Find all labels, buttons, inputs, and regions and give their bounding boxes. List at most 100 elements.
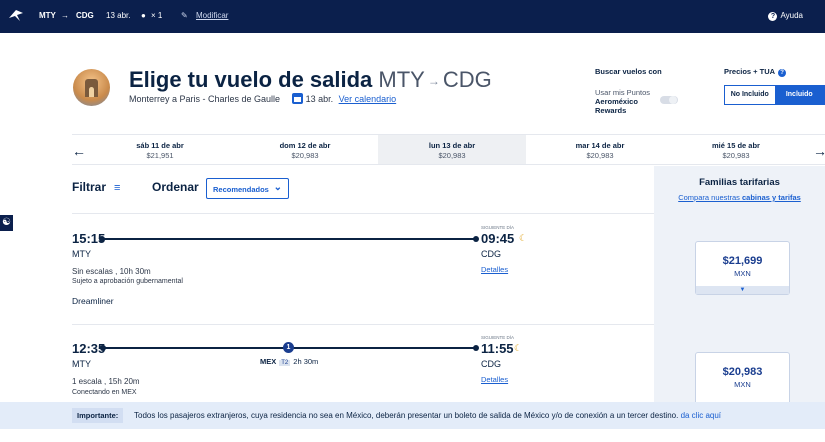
route-description: Monterrey a Paris - Charles de Gaulle [129,94,281,104]
arrival-dot [473,345,479,351]
date-label: mar 14 de abr [575,141,625,150]
stops-duration: Sin escalas , 10h 30m [72,267,151,276]
filter-button[interactable]: Filtrar [72,180,106,194]
chevron-down-icon: ⌄ [273,182,282,193]
date-price: $20,983 [291,151,319,160]
order-select[interactable]: Recomendados ⌄ [206,178,289,199]
flight-note: Conectando en MEX [72,389,137,396]
person-icon: ● [141,11,146,20]
notice-label: Importante: [72,408,124,423]
flight-line [104,238,474,240]
date-price: $20,983 [722,151,750,160]
top-bar: MTY → CDG 13 abr. ● × 1 ✎ Modificar ? Ayu… [0,0,825,33]
date-option[interactable]: mar 14 de abr $20,983 [526,135,674,164]
sliders-icon[interactable]: ≡ [114,182,120,194]
price-mode-toggle: No Incluido Incluido [724,85,825,105]
included-option[interactable]: Incluido [774,86,824,104]
important-notice: Importante: Todos los pasajeros extranje… [0,402,825,429]
prices-heading-label: Precios + TUA [724,67,776,76]
points-heading: Buscar vuelos con [595,67,662,76]
info-icon[interactable]: ? [778,69,787,77]
connection-airport: MEX [260,357,277,366]
modify-link[interactable]: Modificar [196,11,228,20]
title-text: Elige tu vuelo de salida [129,67,373,92]
notice-text: Todos los pasajeros extranjeros, cuya re… [134,411,679,420]
price-card[interactable]: $21,699 MXN ▼ [695,241,790,295]
expand-chevron-icon[interactable]: ▼ [696,286,789,294]
accessibility-icon[interactable]: ☯ [0,215,13,231]
moon-icon: ☾ [519,233,528,243]
arc-de-triomphe-icon [85,79,98,97]
notice-message: Todos los pasajeros extranjeros, cuya re… [134,411,721,420]
arrival-time: 11:55 [481,341,514,356]
date-selector: ← sáb 11 de abr $21,951 dom 12 de abr $20,… [72,134,825,165]
price-card[interactable]: $20,983 MXN [695,352,790,406]
date-label: dom 12 de abr [279,141,331,150]
divider [72,213,654,214]
page-title: Elige tu vuelo de salida MTY → CDG [129,67,492,93]
destination-avatar [73,69,110,106]
not-included-option[interactable]: No Incluido [725,86,775,104]
moon-icon: ☾ [514,343,523,353]
compare-cabins-link[interactable]: Compara nuestras cabinas y tarifas [654,193,825,202]
aircraft-type: Dreamliner [72,296,114,306]
price-currency: MXN [734,380,751,389]
price-amount: $20,983 [722,366,763,378]
origin-code: MTY [39,11,56,20]
date-label: lun 13 de abr [428,141,476,150]
departure-code: MTY [72,359,91,369]
price-amount: $21,699 [722,255,763,267]
passenger-count: × 1 [151,11,163,20]
date-option[interactable]: sáb 11 de abr $21,951 [86,135,234,164]
next-day-label: SIGUIENTE DÍA [481,225,515,230]
prev-dates-arrow-icon[interactable]: ← [72,143,86,159]
date-option-selected[interactable]: lun 13 de abr $20,983 [378,135,526,164]
date-option[interactable]: mié 15 de abr $20,983 [662,135,810,164]
route-subtitle: Monterrey a Paris - Charles de Gaulle 13… [129,93,396,104]
help-button[interactable]: ? Ayuda [768,11,803,21]
use-points-toggle[interactable] [660,96,678,104]
arrival-code: CDG [481,249,501,259]
help-label: Ayuda [780,11,803,20]
points-line-2: Aeroméxico [595,97,638,106]
order-select-value: Recomendados [213,185,269,194]
connection-duration: 2h 30m [293,357,319,366]
title-route-to: CDG [442,67,492,92]
points-label: Usar mis Puntos Aeroméxico Rewards [595,88,650,115]
compare-link-prefix: Compara nuestras [678,193,742,202]
stops-duration: 1 escala , 15h 20m [72,377,140,386]
details-link[interactable]: Detalles [481,265,508,274]
pencil-icon: ✎ [181,11,188,20]
date-price: $20,983 [586,151,614,160]
arrival-code: CDG [481,359,501,369]
fare-families-title: Familias tarifarias [699,177,780,188]
points-line-3: Rewards [595,106,627,115]
points-search: Buscar vuelos con Usar mis Puntos Aeromé… [595,67,690,115]
notice-link[interactable]: da clic aquí [681,411,721,420]
help-icon: ? [768,12,778,21]
aeromexico-logo-icon[interactable] [7,7,25,25]
price-currency: MXN [734,269,751,278]
divider [72,324,654,325]
next-day-label: SIGUIENTE DÍA [481,335,515,340]
destination-code: CDG [76,11,94,20]
trip-date: 13 abr. [106,11,131,20]
view-calendar-link[interactable]: Ver calendario [339,94,397,104]
date-price: $21,951 [146,151,174,160]
details-link[interactable]: Detalles [481,375,508,384]
terminal-badge: T2 [279,360,291,366]
header-date: 13 abr. [305,94,334,104]
date-label: mié 15 de abr [712,141,760,150]
compare-link-bold: cabinas y tarifas [742,193,801,202]
arrival-dot [473,236,479,242]
title-route-from: MTY [378,67,425,92]
departure-code: MTY [72,249,91,259]
points-line-1: Usar mis Puntos [595,88,651,97]
connection-info: MEX T2 2h 30m [260,357,318,366]
stop-count-badge: 1 [283,342,294,353]
next-dates-arrow-icon[interactable]: → [813,143,825,159]
date-option[interactable]: dom 12 de abr $20,983 [231,135,379,164]
flight-note: Sujeto a aprobación gubernamental [72,278,183,285]
arrival-time: 09:45 [481,231,515,246]
date-label: sáb 11 de abr [136,141,184,150]
